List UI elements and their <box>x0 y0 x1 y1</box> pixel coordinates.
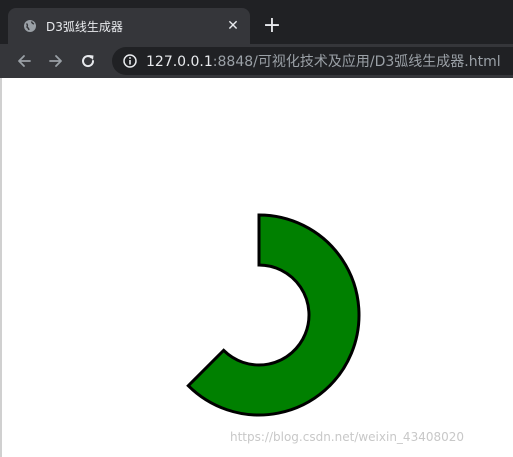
url-host: 127.0.0.1 <box>146 54 213 70</box>
close-tab-icon[interactable]: ✕ <box>224 17 242 35</box>
arc-shape <box>186 213 361 417</box>
new-tab-button[interactable]: + <box>260 14 284 38</box>
page-viewport: https://blog.csdn.net/weixin_43408020 <box>0 78 513 457</box>
arc-canvas <box>186 213 361 417</box>
address-bar[interactable]: 127.0.0.1:8848/可视化技术及应用/D3弧线生成器.html <box>112 47 513 75</box>
url-path: :8848/可视化技术及应用/D3弧线生成器.html <box>212 54 501 70</box>
reload-icon[interactable] <box>76 49 100 73</box>
browser-toolbar: 127.0.0.1:8848/可视化技术及应用/D3弧线生成器.html <box>0 44 513 78</box>
url-text: 127.0.0.1:8848/可视化技术及应用/D3弧线生成器.html <box>146 51 501 71</box>
forward-icon[interactable] <box>44 49 68 73</box>
globe-icon <box>22 18 38 34</box>
tab-title: D3弧线生成器 <box>46 19 123 34</box>
back-icon[interactable] <box>12 49 36 73</box>
watermark: https://blog.csdn.net/weixin_43408020 <box>230 430 465 444</box>
info-icon[interactable] <box>122 53 138 69</box>
tab-strip: D3弧线生成器 ✕ + <box>0 0 513 44</box>
active-tab[interactable]: D3弧线生成器 ✕ <box>8 8 250 44</box>
